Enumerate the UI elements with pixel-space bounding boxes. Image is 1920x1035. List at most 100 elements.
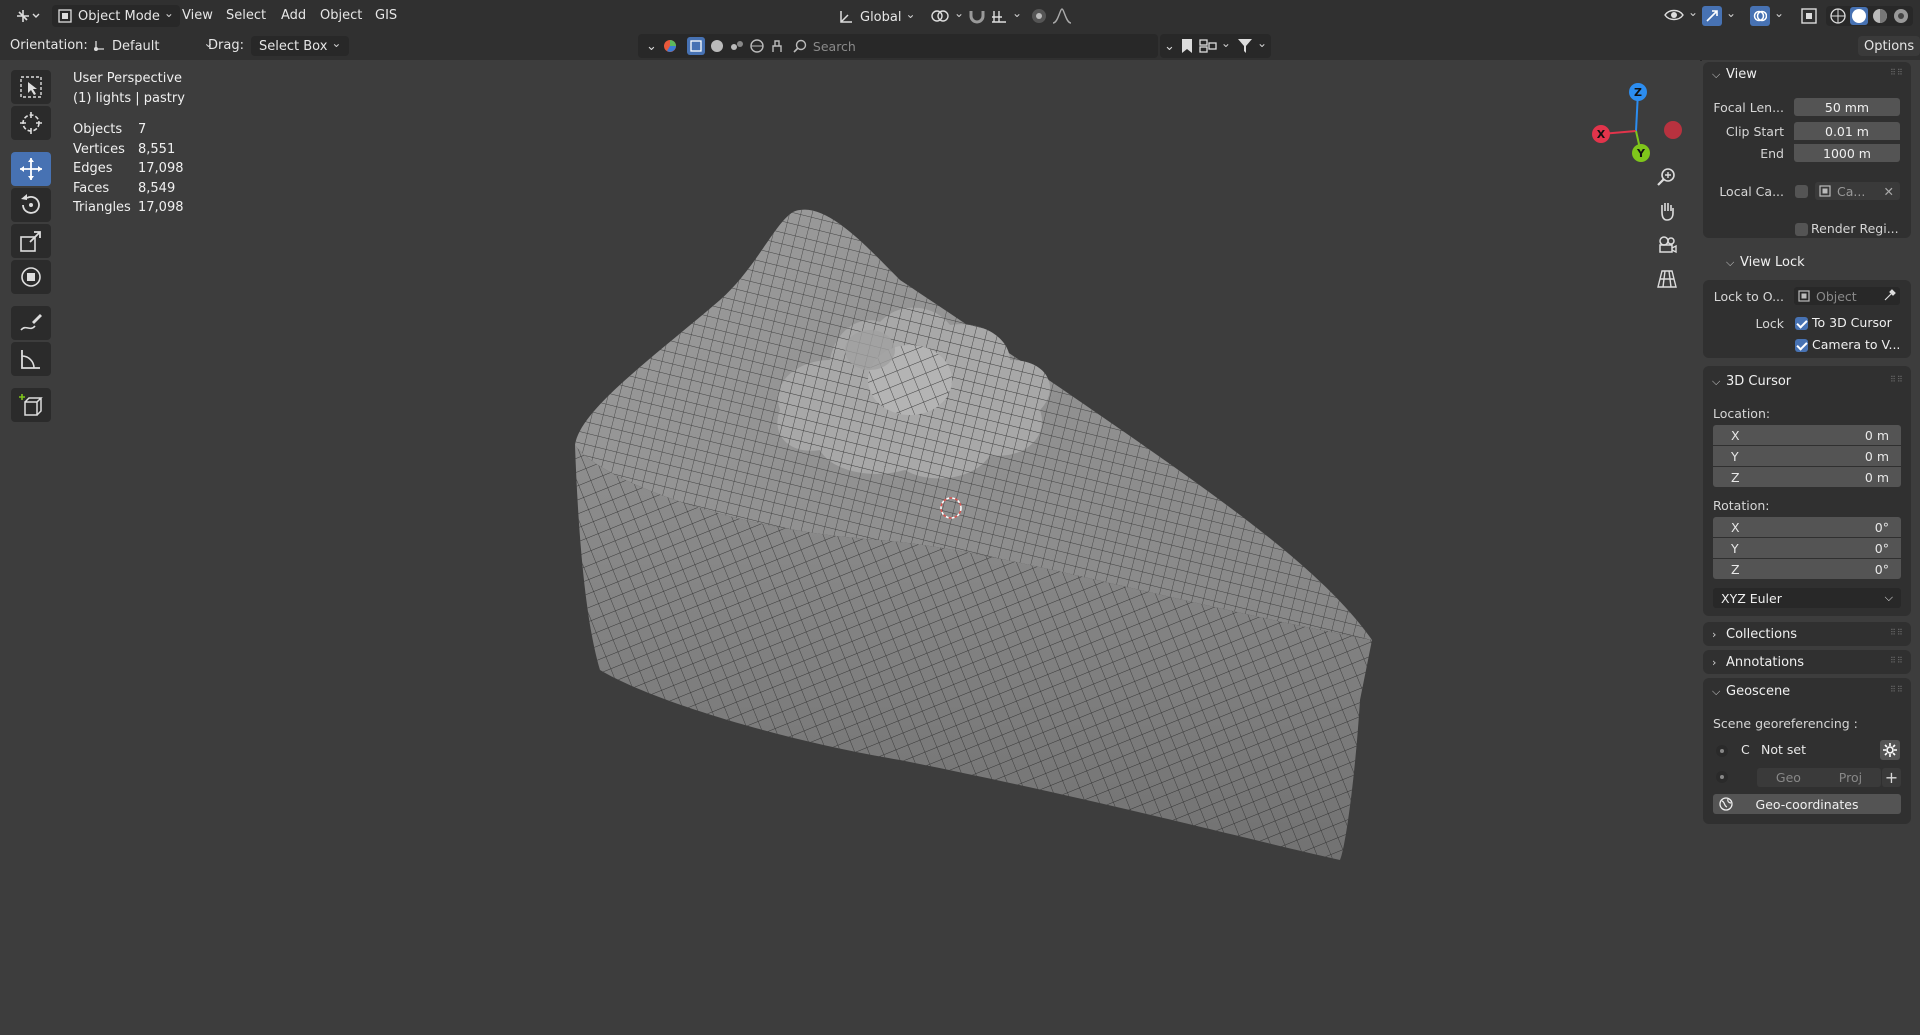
solid-shading-icon[interactable] <box>1850 7 1868 25</box>
annotations-header[interactable]: › Annotations <box>1712 655 1804 670</box>
view-panel-title: View <box>1726 67 1757 82</box>
focal-length-field[interactable]: 50 mm <box>1794 98 1900 116</box>
drag-handle-icon[interactable]: ⠿⠿ <box>1890 68 1904 77</box>
mode-dropdown[interactable]: Object Mode <box>52 5 180 27</box>
drag-handle-icon[interactable]: ⠿⠿ <box>1890 685 1904 694</box>
bookmark-icon[interactable] <box>1181 38 1193 54</box>
zoom-button[interactable] <box>1652 162 1682 192</box>
menu-select[interactable]: Select <box>226 8 266 23</box>
render-region-checkbox[interactable] <box>1795 223 1808 236</box>
transform-tool[interactable] <box>11 260 51 294</box>
drag-handle-icon[interactable]: ⠿⠿ <box>1890 375 1904 384</box>
3d-viewport[interactable]: Z X Y <box>0 60 1700 1035</box>
brush-filter-icon[interactable] <box>769 38 785 54</box>
gizmo-neg-x[interactable] <box>1664 121 1682 139</box>
collection-object: (1) lights | pastry <box>73 91 185 106</box>
options-button[interactable]: Options <box>1858 36 1920 56</box>
scale-tool[interactable] <box>11 224 51 258</box>
drag-dropdown[interactable]: Select Box <box>251 36 350 56</box>
snap-target-dropdown[interactable] <box>990 7 1022 25</box>
gear-icon[interactable] <box>1880 740 1900 760</box>
menu-object[interactable]: Object <box>320 8 362 23</box>
rotation-y-field[interactable]: Y 0° <box>1713 538 1901 558</box>
sphere-filter-icon[interactable] <box>709 38 725 54</box>
material-shading-icon[interactable] <box>1871 7 1889 25</box>
menu-add[interactable]: Add <box>281 8 306 23</box>
display-mode-dropdown[interactable] <box>1199 38 1231 54</box>
collections-header[interactable]: › Collections <box>1712 627 1797 642</box>
overlays-toggle[interactable] <box>1750 6 1784 26</box>
geo-coordinates-button[interactable]: Geo-coordinates <box>1713 794 1901 814</box>
pivot-point-dropdown[interactable] <box>930 7 964 25</box>
world-filter-icon[interactable] <box>749 38 765 54</box>
menu-gis[interactable]: GIS <box>375 8 397 23</box>
add-icon[interactable]: + <box>1882 768 1901 787</box>
cursor-tool[interactable] <box>11 106 51 140</box>
chevron-down-icon[interactable]: ⌄ <box>1164 39 1175 54</box>
eyedropper-icon[interactable] <box>1884 288 1896 304</box>
filter-dropdown[interactable] <box>1237 38 1267 54</box>
clear-x-icon[interactable]: ✕ <box>1884 184 1894 199</box>
local-camera-field[interactable]: Ca... ✕ <box>1815 182 1900 200</box>
view-lock-header[interactable]: ⌵ View Lock <box>1726 255 1805 270</box>
clip-end-field[interactable]: 1000 m <box>1794 144 1900 162</box>
mode-label: Object Mode <box>78 8 160 24</box>
lock-to-object-label: Lock to O... <box>1713 289 1784 304</box>
rotation-x-field[interactable]: X 0° <box>1713 517 1901 537</box>
location-x-field[interactable]: X 0 m <box>1713 425 1901 445</box>
rendered-shading-icon[interactable] <box>1892 7 1910 25</box>
view-panel-header[interactable]: ⌵ View <box>1712 67 1757 82</box>
chevron-down-icon[interactable]: ⌄ <box>646 39 657 54</box>
falloff-dropdown[interactable] <box>1052 7 1072 25</box>
cursor-panel-header[interactable]: ⌵ 3D Cursor <box>1712 374 1791 389</box>
search-input[interactable]: Search <box>813 39 856 54</box>
rotate-icon <box>21 194 40 214</box>
selectability-dropdown[interactable] <box>1664 7 1698 23</box>
location-z-field[interactable]: Z 0 m <box>1713 467 1901 487</box>
gizmo-toggle[interactable] <box>1702 6 1736 26</box>
clip-start-field[interactable]: 0.01 m <box>1794 122 1900 140</box>
geoscene-header[interactable]: ⌵ Geoscene <box>1712 684 1790 699</box>
xray-toggle[interactable] <box>1800 7 1818 25</box>
geo-label[interactable]: Geo <box>1776 770 1801 785</box>
move-tool[interactable] <box>11 152 51 186</box>
proportional-edit-toggle[interactable] <box>1030 7 1048 25</box>
tool-shelf <box>8 68 54 424</box>
snap-toggle[interactable] <box>968 7 986 25</box>
location-y-field[interactable]: Y 0 m <box>1713 446 1901 466</box>
camera-to-view-checkbox[interactable] <box>1795 339 1808 352</box>
editor-type-button[interactable] <box>12 6 42 26</box>
pan-button[interactable] <box>1652 196 1682 226</box>
wireframe-shading-icon[interactable] <box>1829 7 1847 25</box>
rotate-tool[interactable] <box>11 188 51 222</box>
local-camera-checkbox[interactable] <box>1795 185 1808 198</box>
drag-handle-icon[interactable]: ⠿⠿ <box>1890 656 1904 665</box>
rotation-z-field[interactable]: Z 0° <box>1713 559 1901 579</box>
particles-filter-icon[interactable] <box>729 38 745 54</box>
geo-radio[interactable] <box>1716 771 1728 783</box>
add-cube-tool[interactable] <box>11 388 51 422</box>
orientation-value: Default <box>112 38 160 54</box>
measure-tool[interactable] <box>11 342 51 376</box>
lock-to-cursor-checkbox[interactable] <box>1795 317 1808 330</box>
rotation-mode-dropdown[interactable]: XYZ Euler ⌵ <box>1713 588 1901 608</box>
menu-view[interactable]: View <box>182 8 213 23</box>
color-wheel-icon[interactable] <box>663 39 677 53</box>
crs-radio[interactable] <box>1716 745 1728 757</box>
magnet-icon <box>969 11 985 24</box>
transform-orientation-dropdown[interactable]: Global <box>838 6 916 28</box>
object-filter-icon[interactable] <box>686 37 705 55</box>
geo-proj-toggle[interactable]: Geo Proj <box>1757 768 1881 787</box>
stat-row: Faces 8,549 <box>73 179 184 199</box>
lock-to-object-field[interactable]: Object <box>1794 287 1900 305</box>
drag-handle-icon[interactable]: ⠿⠿ <box>1890 628 1904 637</box>
pastry-mesh <box>575 209 1372 860</box>
select-box-tool[interactable] <box>11 70 51 104</box>
annotate-tool[interactable] <box>11 306 51 340</box>
orientation-dropdown[interactable]: Default <box>88 36 218 56</box>
camera-view-button[interactable] <box>1652 230 1682 260</box>
proj-label[interactable]: Proj <box>1839 770 1862 785</box>
search-icon <box>793 39 807 53</box>
perspective-toggle-button[interactable] <box>1652 264 1682 294</box>
chevron-right-icon: › <box>1712 656 1717 669</box>
